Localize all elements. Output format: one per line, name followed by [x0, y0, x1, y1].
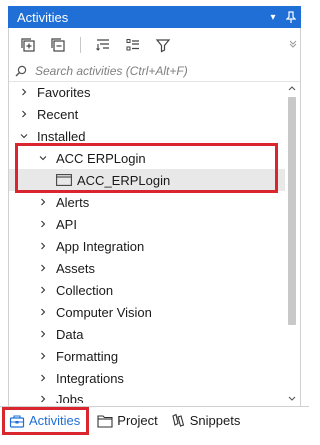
snippets-icon: [170, 413, 186, 429]
chevron-right-icon[interactable]: [36, 217, 50, 231]
tree-item-formatting[interactable]: Formatting: [9, 345, 285, 367]
chevron-down-icon: ▾: [270, 11, 276, 23]
tab-activities[interactable]: Activities: [2, 406, 90, 435]
scroll-up-icon[interactable]: [285, 81, 299, 95]
search-bar: [9, 60, 300, 82]
toolbar-separator: [80, 37, 81, 53]
tree-item-jobs[interactable]: Jobs: [9, 389, 285, 403]
sort-button[interactable]: [93, 35, 113, 55]
chevron-right-icon[interactable]: [17, 85, 31, 99]
tab-label: Activities: [29, 413, 81, 428]
bottom-tab-bar: Activities Project Snippets: [0, 406, 309, 435]
scroll-down-icon[interactable]: [285, 392, 299, 406]
expand-all-icon: [21, 38, 35, 52]
tree-item-integrations[interactable]: Integrations: [9, 367, 285, 389]
search-icon: [11, 65, 31, 77]
chevron-right-icon[interactable]: [17, 107, 31, 121]
tree-item-label: Jobs: [56, 392, 84, 403]
tree-item-label: Installed: [37, 128, 86, 144]
activity-window-icon: [55, 173, 73, 187]
folder-icon: [97, 413, 113, 429]
scrollbar-thumb[interactable]: [288, 97, 296, 325]
tree-item-installed[interactable]: Installed: [9, 125, 285, 147]
tree-item-label: Recent: [37, 106, 79, 122]
tree-scrollbar[interactable]: [285, 81, 299, 406]
tree-item-app-integration[interactable]: App Integration: [9, 235, 285, 257]
panel-pin-button[interactable]: [283, 9, 299, 25]
tree-item-label: ACC_ERPLogin: [77, 172, 171, 188]
tree-item-label: ACC ERPLogin: [56, 150, 146, 166]
activities-icon: [9, 413, 25, 429]
sort-icon: [96, 39, 109, 51]
tree-item-label: Alerts: [56, 194, 90, 210]
tree-item-label: Data: [56, 326, 84, 342]
tree-item-label: Collection: [56, 282, 114, 298]
panel-dropdown-button[interactable]: ▾: [265, 9, 281, 25]
group-icon: [126, 39, 139, 51]
group-button[interactable]: [123, 35, 143, 55]
activities-toolbar: [18, 34, 173, 56]
tree-item-api[interactable]: API: [9, 213, 285, 235]
tree-item-label: Assets: [56, 260, 96, 276]
collapse-all-icon: [51, 38, 65, 52]
tree-item-favorites[interactable]: Favorites: [9, 81, 285, 103]
chevron-down-icon[interactable]: [17, 129, 31, 143]
tab-label: Project: [117, 413, 158, 428]
toolbar-overflow-icon[interactable]: [289, 40, 297, 50]
tree-item-label: Favorites: [37, 84, 91, 100]
tree-item-label: App Integration: [56, 238, 145, 254]
tree-item-data[interactable]: Data: [9, 323, 285, 345]
tab-project[interactable]: Project: [93, 409, 161, 433]
chevron-down-icon[interactable]: [36, 151, 50, 165]
chevron-right-icon[interactable]: [36, 327, 50, 341]
chevron-right-icon[interactable]: [36, 261, 50, 275]
filter-button[interactable]: [153, 35, 173, 55]
tree-item-label: Computer Vision: [56, 304, 152, 320]
activities-tree: Favorites Recent Installed ACC ERPLogin …: [9, 81, 285, 403]
tree-item-acc-erplogin-activity[interactable]: ACC_ERPLogin: [9, 169, 285, 191]
tree-item-assets[interactable]: Assets: [9, 257, 285, 279]
panel-titlebar: Activities ▾: [8, 6, 301, 28]
chevron-right-icon[interactable]: [36, 239, 50, 253]
search-input[interactable]: [31, 63, 300, 78]
chevron-right-icon[interactable]: [36, 195, 50, 209]
tree-item-computer-vision[interactable]: Computer Vision: [9, 301, 285, 323]
tree-item-label: API: [56, 216, 77, 232]
tree-item-recent[interactable]: Recent: [9, 103, 285, 125]
filter-icon: [155, 39, 171, 53]
tab-snippets[interactable]: Snippets: [166, 409, 245, 433]
pin-icon: [286, 11, 296, 23]
panel-title: Activities: [17, 9, 69, 25]
tree-item-label: Integrations: [56, 370, 124, 386]
chevron-right-icon[interactable]: [36, 371, 50, 385]
chevron-right-icon[interactable]: [36, 305, 50, 319]
chevron-right-icon[interactable]: [36, 392, 50, 403]
tree-item-acc-erplogin[interactable]: ACC ERPLogin: [9, 147, 285, 169]
expand-all-button[interactable]: [18, 35, 38, 55]
tab-label: Snippets: [189, 413, 241, 428]
tree-item-collection[interactable]: Collection: [9, 279, 285, 301]
tree-item-alerts[interactable]: Alerts: [9, 191, 285, 213]
chevron-right-icon[interactable]: [36, 349, 50, 363]
collapse-all-button[interactable]: [48, 35, 68, 55]
tree-item-label: Formatting: [56, 348, 119, 364]
chevron-right-icon[interactable]: [36, 283, 50, 297]
